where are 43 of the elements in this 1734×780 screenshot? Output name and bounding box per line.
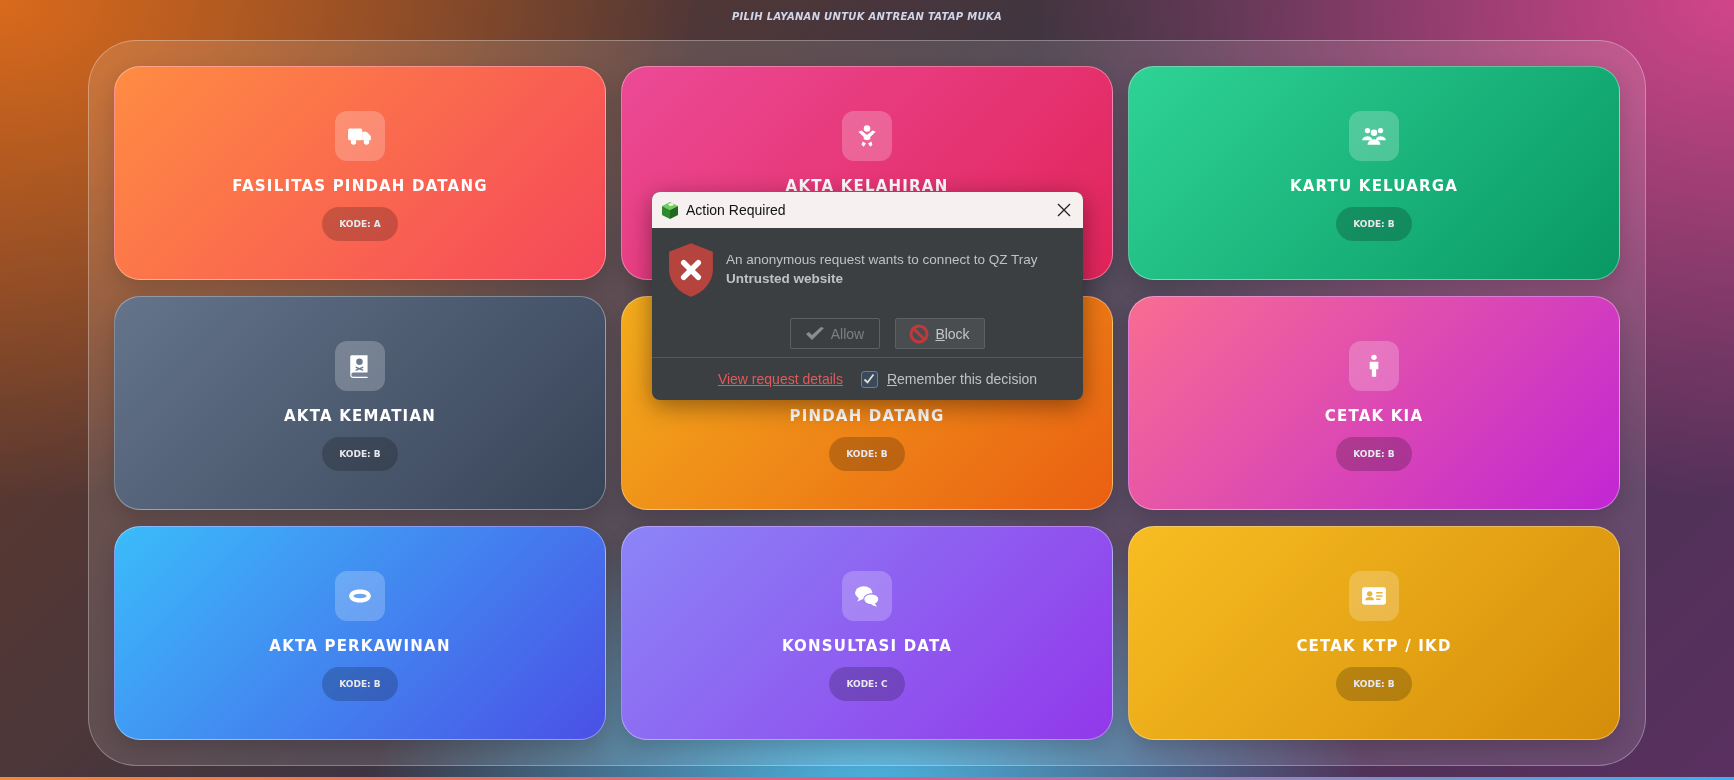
service-title: AKTA PERKAWINAN [269, 637, 451, 655]
service-code: KODE: B [1336, 437, 1412, 471]
service-code: KODE: C [829, 667, 905, 701]
service-card[interactable]: KARTU KELUARGA KODE: B [1128, 66, 1620, 280]
service-card[interactable]: CETAK KTP / IKD KODE: B [1128, 526, 1620, 740]
baby-icon [842, 111, 892, 161]
truck-icon [335, 111, 385, 161]
service-code: KODE: A [322, 207, 398, 241]
family-icon [1349, 111, 1399, 161]
page-subtitle: PILIH LAYANAN UNTUK ANTREAN TATAP MUKA [731, 11, 1002, 22]
checkmark-icon [804, 325, 825, 342]
service-title: FASILITAS PINDAH DATANG [232, 177, 488, 195]
book-icon [335, 341, 385, 391]
remember-label: Remember this decision [886, 371, 1038, 387]
service-card[interactable]: FASILITAS PINDAH DATANG KODE: A [114, 66, 606, 280]
service-title: CETAK KTP / IKD [1296, 637, 1452, 655]
service-title: PINDAH DATANG [789, 407, 945, 425]
service-title: AKTA KEMATIAN [284, 407, 436, 425]
card-icon [1349, 571, 1399, 621]
service-card[interactable]: AKTA KEMATIAN KODE: B [114, 296, 606, 510]
chat-icon [842, 571, 892, 621]
service-code: KODE: B [322, 437, 398, 471]
service-title: KARTU KELUARGA [1289, 177, 1459, 195]
service-title: KONSULTASI DATA [781, 637, 953, 655]
box-icon [660, 200, 680, 220]
service-code: KODE: B [1336, 667, 1412, 701]
service-title: CETAK KIA [1324, 407, 1424, 425]
service-card[interactable]: KONSULTASI DATA KODE: C [621, 526, 1113, 740]
service-title: AKTA KELAHIRAN [785, 177, 949, 195]
block-button[interactable]: Block [894, 318, 985, 349]
dialog-message: An anonymous request wants to connect to QZ Tray [726, 252, 1038, 267]
service-code: KODE: B [829, 437, 905, 471]
ring-icon [335, 571, 385, 621]
service-card[interactable]: CETAK KIA KODE: B [1128, 296, 1620, 510]
request-details-link[interactable]: View request details [717, 371, 843, 387]
dialog-title: Action Required [686, 202, 787, 218]
service-code: KODE: B [1336, 207, 1412, 241]
service-code: KODE: B [322, 667, 398, 701]
remember-checkbox[interactable] [860, 370, 878, 388]
child-icon [1349, 341, 1399, 391]
prohibited-icon [909, 323, 930, 344]
shield-icon [666, 242, 716, 298]
service-card[interactable]: AKTA PERKAWINAN KODE: B [114, 526, 606, 740]
